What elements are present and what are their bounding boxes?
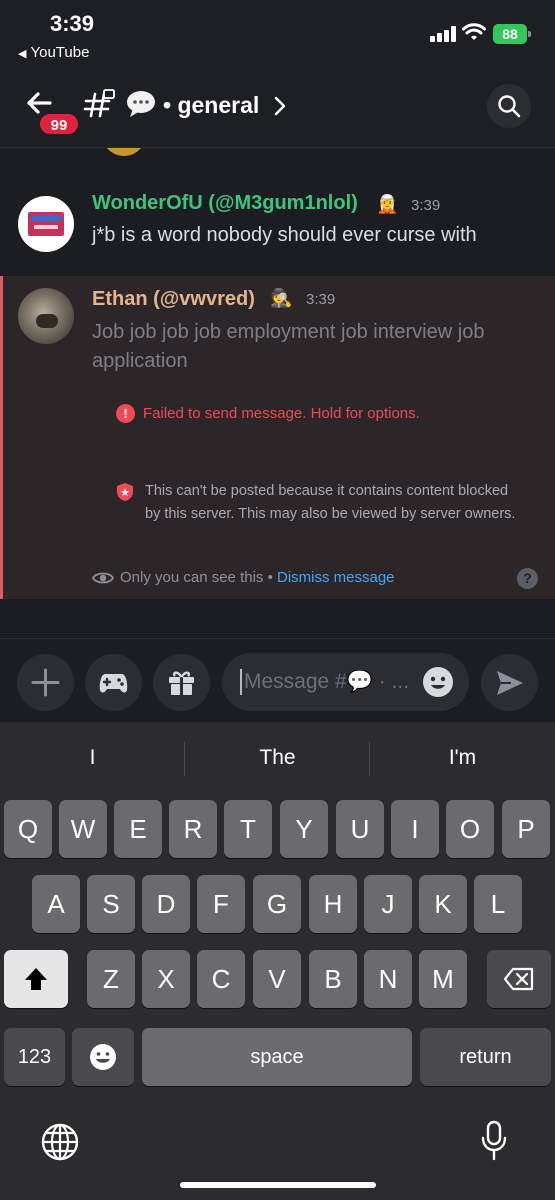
key-k[interactable]: K [419, 875, 467, 933]
add-attachment-button[interactable] [17, 654, 74, 711]
suggestion-2[interactable]: The [185, 722, 370, 794]
microphone-icon[interactable] [481, 1120, 507, 1162]
shift-key[interactable] [4, 950, 68, 1008]
back-to-app-link[interactable]: ◀ YouTube [18, 44, 89, 61]
channel-header: 99 • general [0, 70, 555, 148]
space-key[interactable]: space [142, 1028, 412, 1086]
key-q[interactable]: Q [4, 800, 52, 858]
key-u[interactable]: U [336, 800, 384, 858]
send-icon [497, 671, 523, 695]
key-h[interactable]: H [309, 875, 357, 933]
shield-icon [117, 483, 133, 501]
status-bar: 3:39 ◀ YouTube 88 [0, 0, 555, 70]
only-you-label: Only you can see this • [120, 569, 277, 586]
plus-icon [31, 668, 60, 697]
author-name[interactable]: Ethan (@vwvred) [92, 288, 255, 311]
gift-button[interactable] [153, 654, 210, 711]
key-i[interactable]: I [391, 800, 439, 858]
send-failed-text: Failed to send message. Hold for options… [143, 405, 420, 422]
message-text: Job job job job employment job interview… [92, 321, 485, 372]
shift-icon [25, 968, 47, 990]
chevron-right-icon[interactable] [274, 96, 286, 116]
eye-icon [92, 572, 114, 584]
key-x[interactable]: X [142, 950, 190, 1008]
gift-icon [169, 671, 194, 695]
role-emoji: 🕵️ [270, 288, 293, 308]
key-c[interactable]: C [197, 950, 245, 1008]
return-key[interactable]: return [420, 1028, 551, 1086]
ephemeral-text: Only you can see this • Dismiss message [120, 569, 395, 586]
timestamp: 3:39 [306, 291, 336, 308]
key-m[interactable]: M [419, 950, 467, 1008]
key-g[interactable]: G [253, 875, 301, 933]
timestamp: 3:39 [411, 197, 441, 214]
clock: 3:39 [50, 11, 95, 36]
signal-icon [430, 26, 456, 42]
text-caret [240, 669, 242, 695]
battery-indicator: 88 [493, 24, 531, 44]
key-r[interactable]: R [169, 800, 217, 858]
key-y[interactable]: Y [280, 800, 328, 858]
backspace-icon [503, 967, 534, 991]
emoji-picker-icon[interactable] [422, 666, 454, 698]
wifi-icon [462, 23, 486, 40]
key-p[interactable]: P [502, 800, 550, 858]
avatar[interactable] [18, 196, 74, 252]
key-v[interactable]: V [253, 950, 301, 1008]
home-indicator[interactable] [180, 1182, 376, 1188]
search-button[interactable] [487, 84, 531, 128]
key-n[interactable]: N [364, 950, 412, 1008]
avatar[interactable] [18, 288, 74, 344]
message-input[interactable]: Message #💬 · ... [222, 653, 469, 711]
search-icon [498, 95, 521, 118]
suggestion-1[interactable]: I [0, 722, 185, 794]
key-t[interactable]: T [224, 800, 272, 858]
bullet: • [163, 92, 178, 118]
message-text: j*b is a word nobody should ever curse w… [92, 224, 477, 246]
dismiss-message-link[interactable]: Dismiss message [277, 569, 395, 586]
failed-message[interactable]: Ethan (@vwvred) 🕵️ 3:39 Job job job job … [0, 276, 555, 599]
unread-badge: 99 [38, 112, 80, 136]
key-l[interactable]: L [474, 875, 522, 933]
message-placeholder: Message #💬 · ... [244, 670, 410, 693]
send-button[interactable] [481, 654, 538, 711]
key-e[interactable]: E [114, 800, 162, 858]
numbers-key[interactable]: 123 [4, 1028, 65, 1086]
author-name[interactable]: WonderOfU (@M3gum1nlol) [92, 192, 358, 215]
suggestion-3[interactable]: I'm [370, 722, 555, 794]
automod-text: This can't be posted because it contains… [145, 483, 516, 522]
help-icon[interactable]: ? [517, 568, 538, 589]
locked-channel-icon [83, 89, 115, 118]
back-triangle-icon: ◀ [18, 48, 27, 60]
key-b[interactable]: B [309, 950, 357, 1008]
key-f[interactable]: F [197, 875, 245, 933]
globe-icon[interactable] [40, 1122, 80, 1162]
channel-title[interactable]: • general [163, 92, 259, 119]
key-a[interactable]: A [32, 875, 80, 933]
key-z[interactable]: Z [87, 950, 135, 1008]
ephemeral-notice: Only you can see this • Dismiss message … [92, 568, 552, 589]
role-emoji: 🧝 [376, 194, 399, 214]
emoji-icon [90, 1044, 116, 1070]
message-item[interactable]: WonderOfU (@M3gum1nlol) 🧝 3:39 j*b is a … [0, 178, 555, 278]
error-icon: ! [116, 404, 135, 423]
speech-bubble-icon [127, 91, 155, 117]
key-s[interactable]: S [87, 875, 135, 933]
backspace-key[interactable] [487, 950, 551, 1008]
on-screen-keyboard: I The I'm Q W E R T Y U I O P A S D F G … [0, 722, 555, 1200]
gamepad-icon [99, 674, 128, 693]
back-app-label: YouTube [30, 44, 90, 61]
message-composer: Message #💬 · ... [0, 638, 555, 722]
message-list[interactable]: WonderOfU (@M3gum1nlol) 🧝 3:39 j*b is a … [0, 148, 555, 638]
key-w[interactable]: W [59, 800, 107, 858]
channel-name-label: general [177, 92, 260, 118]
key-o[interactable]: O [446, 800, 494, 858]
key-j[interactable]: J [364, 875, 412, 933]
avatar [102, 148, 146, 156]
activities-button[interactable] [85, 654, 142, 711]
key-d[interactable]: D [142, 875, 190, 933]
emoji-key[interactable] [72, 1028, 134, 1086]
